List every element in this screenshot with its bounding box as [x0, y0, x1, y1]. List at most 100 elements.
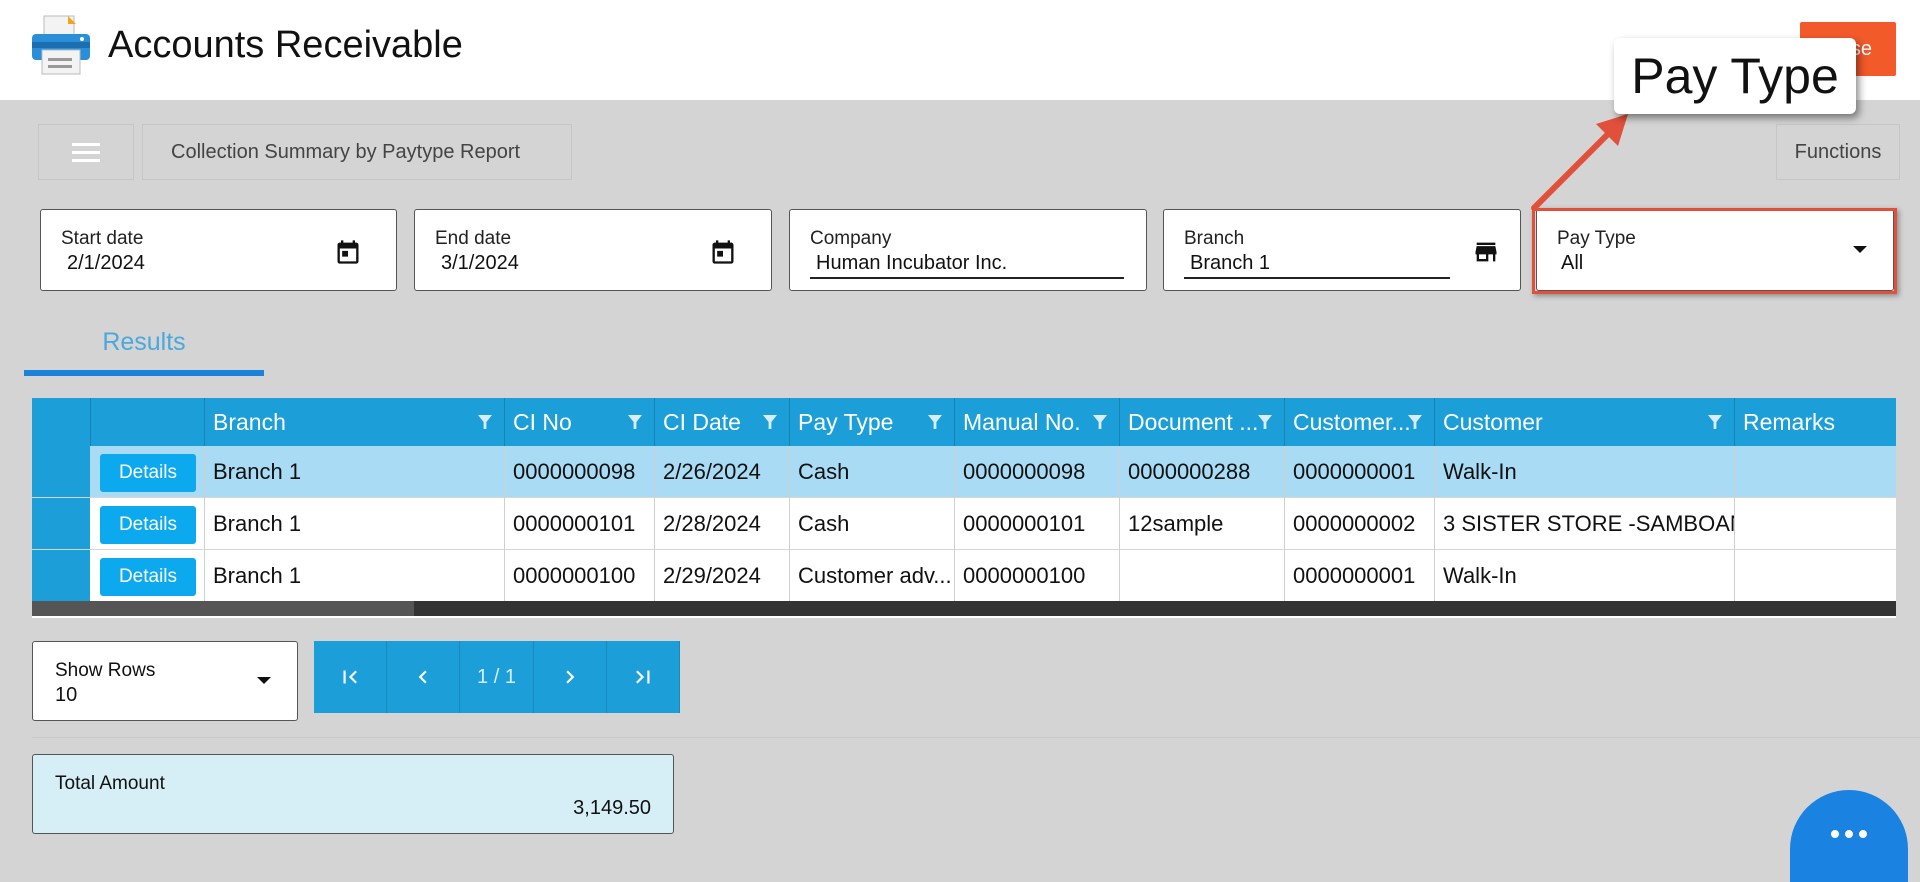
- branch-underline: [1184, 277, 1450, 279]
- toolbar: Collection Summary by Paytype Report Fun…: [38, 124, 1900, 180]
- total-amount-box: Total Amount 3,149.50: [32, 754, 674, 834]
- results-grid: Branch CI No CI Date Pay Type Manual No.…: [32, 398, 1896, 618]
- cell-ci-date: 2/29/2024: [654, 550, 789, 602]
- cell-pay-type: Cash: [789, 498, 954, 550]
- cell-document: [1119, 550, 1284, 602]
- total-amount-value: 3,149.50: [573, 797, 651, 819]
- table-row[interactable]: Details Branch 1 0000000098 2/26/2024 Ca…: [32, 446, 1896, 498]
- cell-customer: Walk-In: [1434, 446, 1734, 498]
- branch-value: Branch 1: [1190, 252, 1271, 274]
- filter-icon[interactable]: [1408, 415, 1422, 429]
- cell-manual-no: 0000000098: [954, 446, 1119, 498]
- horizontal-scrollbar[interactable]: [32, 601, 1896, 616]
- chevron-down-icon[interactable]: [257, 677, 271, 684]
- col-branch[interactable]: Branch: [204, 398, 504, 446]
- functions-button[interactable]: Functions: [1776, 124, 1900, 180]
- col-branch-label: Branch: [213, 409, 286, 435]
- col-document[interactable]: Document ...: [1119, 398, 1284, 446]
- end-date-field[interactable]: End date 3/1/2024: [414, 209, 772, 291]
- scrollbar-thumb[interactable]: [32, 601, 414, 616]
- filter-icon[interactable]: [478, 415, 492, 429]
- cell-branch: Branch 1: [204, 550, 504, 602]
- start-date-field[interactable]: Start date 2/1/2024: [40, 209, 397, 291]
- page-indicator: 1 / 1: [460, 641, 534, 713]
- col-document-label: Document ...: [1128, 409, 1259, 435]
- branch-field[interactable]: Branch Branch 1: [1163, 209, 1521, 291]
- start-date-value: 2/1/2024: [67, 252, 145, 274]
- show-rows-value: 10: [55, 684, 78, 706]
- row-selector[interactable]: [32, 446, 90, 497]
- cell-customer: 3 SISTER STORE -SAMBOAN: [1434, 498, 1734, 550]
- filter-icon[interactable]: [1708, 415, 1722, 429]
- calendar-icon[interactable]: [334, 238, 362, 266]
- branch-label: Branch: [1184, 228, 1245, 249]
- col-customer-code[interactable]: Customer...: [1284, 398, 1434, 446]
- start-date-label: Start date: [61, 228, 144, 249]
- filter-icon[interactable]: [1093, 415, 1107, 429]
- table-row[interactable]: Details Branch 1 0000000101 2/28/2024 Ca…: [32, 498, 1896, 550]
- divider: [32, 737, 1920, 738]
- cell-ci-no: 0000000098: [504, 446, 654, 498]
- next-page-button[interactable]: [534, 641, 607, 713]
- hamburger-menu-icon: [72, 143, 100, 162]
- table-row[interactable]: Details Branch 1 0000000100 2/29/2024 Cu…: [32, 550, 1896, 602]
- chevron-left-icon: [418, 670, 427, 684]
- cell-manual-no: 0000000101: [954, 498, 1119, 550]
- app-title: Accounts Receivable: [108, 24, 463, 66]
- company-field[interactable]: Company Human Incubator Inc.: [789, 209, 1147, 291]
- col-remarks-label: Remarks: [1743, 409, 1836, 435]
- row-selector[interactable]: [32, 550, 90, 601]
- grid-header: Branch CI No CI Date Pay Type Manual No.…: [32, 398, 1896, 446]
- row-selector[interactable]: [32, 498, 90, 549]
- cell-customer-code: 0000000001: [1284, 550, 1434, 602]
- more-dot: [1831, 830, 1839, 838]
- cell-ci-no: 0000000100: [504, 550, 654, 602]
- cell-remarks: [1734, 498, 1896, 550]
- col-customer[interactable]: Customer: [1434, 398, 1734, 446]
- pagination: 1 / 1: [314, 641, 680, 713]
- previous-page-button[interactable]: [387, 641, 460, 713]
- filter-icon[interactable]: [1258, 415, 1272, 429]
- cell-ci-no: 0000000101: [504, 498, 654, 550]
- details-button[interactable]: Details: [100, 506, 196, 544]
- col-pay-type-label: Pay Type: [798, 409, 894, 435]
- col-customer-label: Customer: [1443, 409, 1543, 435]
- more-dot: [1859, 830, 1867, 838]
- more-actions-button[interactable]: [1790, 790, 1908, 882]
- cell-remarks: [1734, 550, 1896, 602]
- report-title: Collection Summary by Paytype Report: [142, 124, 572, 180]
- col-ci-date[interactable]: CI Date: [654, 398, 789, 446]
- cell-customer: Walk-In: [1434, 550, 1734, 602]
- col-pay-type[interactable]: Pay Type: [789, 398, 954, 446]
- pay-type-label: Pay Type: [1557, 228, 1636, 249]
- col-ci-no[interactable]: CI No: [504, 398, 654, 446]
- menu-button[interactable]: [38, 124, 134, 180]
- cell-pay-type: Cash: [789, 446, 954, 498]
- printer-logo-icon: [32, 15, 90, 75]
- pay-type-field[interactable]: Pay Type All: [1536, 209, 1894, 291]
- first-page-icon: [343, 670, 357, 684]
- details-button[interactable]: Details: [100, 454, 196, 492]
- cell-ci-date: 2/26/2024: [654, 446, 789, 498]
- col-manual-no[interactable]: Manual No.: [954, 398, 1119, 446]
- end-date-value: 3/1/2024: [441, 252, 519, 274]
- details-button[interactable]: Details: [100, 558, 196, 596]
- filter-icon[interactable]: [628, 415, 642, 429]
- show-rows-label: Show Rows: [55, 660, 156, 681]
- filter-icon[interactable]: [763, 415, 777, 429]
- cell-pay-type: Customer adv...: [789, 550, 954, 602]
- cell-branch: Branch 1: [204, 446, 504, 498]
- cell-customer-code: 0000000001: [1284, 446, 1434, 498]
- filter-icon[interactable]: [928, 415, 942, 429]
- col-remarks[interactable]: Remarks: [1734, 398, 1896, 446]
- chevron-down-icon[interactable]: [1853, 246, 1867, 253]
- store-icon[interactable]: [1472, 238, 1500, 266]
- show-rows-select[interactable]: Show Rows 10: [32, 641, 298, 721]
- tab-results-indicator: [24, 370, 264, 376]
- end-date-label: End date: [435, 228, 512, 249]
- first-page-button[interactable]: [314, 641, 387, 713]
- cell-ci-date: 2/28/2024: [654, 498, 789, 550]
- cell-document: 12sample: [1119, 498, 1284, 550]
- calendar-icon[interactable]: [709, 238, 737, 266]
- last-page-button[interactable]: [607, 641, 680, 713]
